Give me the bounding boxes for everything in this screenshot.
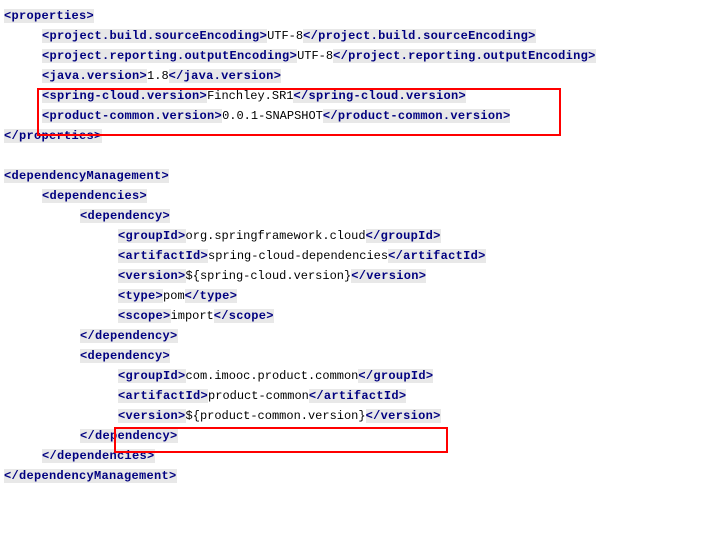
dep1-version: <version>${spring-cloud.version}</versio… bbox=[4, 266, 717, 286]
tag-dependencies-close: </dependencies> bbox=[4, 446, 717, 466]
dep2-artifactid: <artifactId>product-common</artifactId> bbox=[4, 386, 717, 406]
blank-line bbox=[4, 146, 717, 166]
output-encoding-line: <project.reporting.outputEncoding>UTF-8<… bbox=[4, 46, 717, 66]
tag-dependencies-open: <dependencies> bbox=[4, 186, 717, 206]
spring-cloud-version-line: <spring-cloud.version>Finchley.SR1</spri… bbox=[4, 86, 717, 106]
dep2-groupid: <groupId>com.imooc.product.common</group… bbox=[4, 366, 717, 386]
tag-properties-open: <properties> bbox=[4, 6, 717, 26]
dep1-scope: <scope>import</scope> bbox=[4, 306, 717, 326]
tag-dependency-management-close: </dependencyManagement> bbox=[4, 466, 717, 486]
tag-dependency-management-open: <dependencyManagement> bbox=[4, 166, 717, 186]
product-common-version-line: <product-common.version>0.0.1-SNAPSHOT</… bbox=[4, 106, 717, 126]
tag-properties-close: </properties> bbox=[4, 126, 717, 146]
dep1-type: <type>pom</type> bbox=[4, 286, 717, 306]
dep2-version: <version>${product-common.version}</vers… bbox=[4, 406, 717, 426]
tag-dependency-close: </dependency> bbox=[4, 326, 717, 346]
source-encoding-line: <project.build.sourceEncoding>UTF-8</pro… bbox=[4, 26, 717, 46]
tag-dependency-close: </dependency> bbox=[4, 426, 717, 446]
dep1-artifactid: <artifactId>spring-cloud-dependencies</a… bbox=[4, 246, 717, 266]
java-version-line: <java.version>1.8</java.version> bbox=[4, 66, 717, 86]
tag-dependency-open: <dependency> bbox=[4, 346, 717, 366]
tag-dependency-open: <dependency> bbox=[4, 206, 717, 226]
dep1-groupid: <groupId>org.springframework.cloud</grou… bbox=[4, 226, 717, 246]
code-block: <properties> <project.build.sourceEncodi… bbox=[4, 6, 717, 486]
